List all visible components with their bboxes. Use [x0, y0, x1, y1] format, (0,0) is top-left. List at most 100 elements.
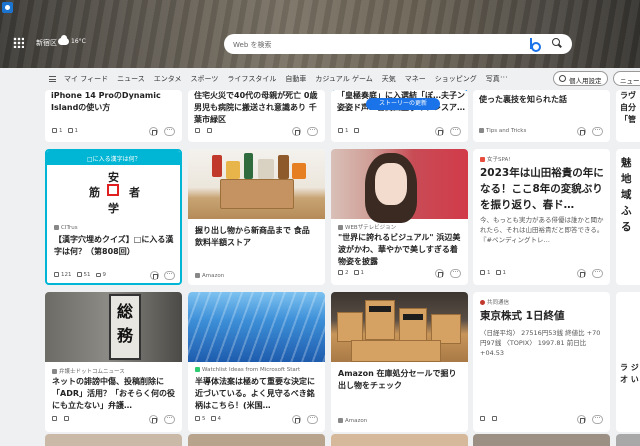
dislike-button[interactable]: 1 [67, 128, 78, 134]
news-card[interactable]: 共同通信 東京株式 1日終値 〈日経平均〉 27516円53銭 終値比 +70円… [473, 292, 610, 432]
story-update-button[interactable]: ストーリーの更新 [366, 98, 440, 110]
news-card[interactable]: Amazon 在庫処分セールで掘り出し物をチェック Amazon [331, 292, 468, 432]
more-options-icon[interactable]: ··· [164, 271, 175, 280]
dislike-button[interactable]: 51 [76, 272, 91, 278]
tab-entertainment[interactable]: エンタメ [154, 74, 182, 84]
location-label[interactable]: 新宿区 [36, 38, 57, 48]
bookmark-icon[interactable] [577, 269, 586, 278]
search-icon[interactable] [552, 38, 562, 48]
tab-casual-games[interactable]: カジュアル ゲーム [315, 74, 372, 84]
building-image[interactable] [188, 292, 325, 362]
like-button[interactable]: 2 [338, 270, 349, 276]
news-card[interactable]: 使った裏技を知られた話 Tips and Tricks ··· [473, 90, 610, 142]
portrait-image[interactable] [331, 149, 468, 223]
puzzle-image[interactable]: □に入る漢字は何？ 安 筋 者 学 [47, 151, 180, 221]
news-card[interactable]: 握り出し物から新商品まで 食品 飲料半額ストア Amazon [188, 149, 325, 285]
temperature[interactable]: 16°C [71, 38, 86, 45]
more-options-icon[interactable]: ··· [164, 415, 175, 424]
tab-news[interactable]: ニュース [117, 74, 145, 84]
tab-weather[interactable]: 天気 [382, 74, 396, 84]
more-options-icon[interactable]: ··· [450, 127, 461, 136]
news-card[interactable]: 総 務 弁護士ドットコムニュース ネットの誹謗中傷、投稿削除に「ADR」活用？「… [45, 292, 182, 432]
card-preview[interactable] [616, 434, 640, 446]
more-options-icon[interactable]: ··· [164, 127, 175, 136]
tab-shopping[interactable]: ショッピング [435, 74, 477, 84]
card-title[interactable]: "世界に誇れるビジュアル" 浜辺美波がかわ、華やかで美しすぎる着物姿を披露 [338, 232, 464, 268]
card-title[interactable]: ネットの誹謗中傷、投稿削除に「ADR」活用？「おそらく何の役にも立たない」弁護… [52, 376, 178, 412]
card-preview[interactable] [331, 434, 468, 446]
news-card[interactable]: 住宅火災で40代の母親が死亡 0歳男児も病院に搬送され意識あり 千葉市緑区 ··… [188, 90, 325, 142]
bookmark-icon[interactable] [577, 415, 586, 424]
card-title[interactable]: ラ ジオ い [620, 362, 640, 386]
bookmark-icon[interactable] [435, 127, 444, 136]
boxes-image[interactable] [331, 292, 468, 362]
tab-autos[interactable]: 自動車 [285, 74, 306, 84]
more-options-icon[interactable]: ··· [592, 269, 603, 278]
card-preview[interactable] [188, 434, 325, 446]
more-options-icon[interactable]: ··· [592, 415, 603, 424]
tab-money[interactable]: マネー [405, 74, 426, 84]
more-options-icon[interactable]: ··· [592, 127, 603, 136]
sign-image[interactable]: 総 務 [45, 292, 182, 362]
news-button[interactable]: ニュース [613, 71, 640, 86]
dislike-button[interactable]: 1 [353, 270, 364, 276]
dislike-button[interactable]: 4 [210, 416, 221, 422]
like-button[interactable]: 1 [52, 128, 63, 134]
grocery-image[interactable] [188, 149, 325, 219]
tab-lifestyle[interactable]: ライフスタイル [227, 74, 276, 84]
card-title[interactable]: 住宅火災で40代の母親が死亡 0歳男児も病院に搬送され意識あり 千葉市緑区 [194, 90, 322, 126]
card-title[interactable]: 半導体法案は極めて重要な決定に近づいている。よく見守るべき銘柄はこちら！(米国… [195, 376, 321, 412]
like-button[interactable] [52, 416, 59, 422]
bookmark-icon[interactable] [292, 127, 301, 136]
more-options-icon[interactable]: ··· [307, 127, 318, 136]
like-button[interactable] [195, 128, 202, 134]
personal-settings-button[interactable]: 個人用設定 [553, 71, 608, 86]
news-card[interactable]: iPhone 14 ProのDynamic Islandの使い方 1 1 ··· [45, 90, 182, 142]
bookmark-icon[interactable] [149, 127, 158, 136]
news-card[interactable]: ラ ジオ い [616, 292, 640, 432]
like-button[interactable]: 1 [338, 128, 349, 134]
card-preview[interactable] [45, 434, 182, 446]
nav-more-button[interactable]: ··· [500, 73, 508, 82]
bookmark-icon[interactable] [577, 127, 586, 136]
bookmark-icon[interactable] [149, 415, 158, 424]
bookmark-icon[interactable] [292, 415, 301, 424]
tab-sports[interactable]: スポーツ [191, 74, 219, 84]
news-card[interactable]: □に入る漢字は何？ 安 筋 者 学 CITrus 【漢字穴埋めクイズ】□に入る漢… [45, 149, 182, 285]
menu-icon[interactable] [49, 76, 56, 82]
card-title[interactable]: iPhone 14 ProのDynamic Islandの使い方 [51, 90, 179, 114]
card-preview[interactable] [473, 434, 610, 446]
news-card[interactable]: ラヴ 自分 「管 [616, 90, 640, 142]
more-options-icon[interactable]: ··· [450, 269, 461, 278]
card-title[interactable]: ラヴ 自分 「管 [620, 90, 640, 126]
tab-my-feed[interactable]: マイ フィード [64, 74, 108, 84]
dislike-button[interactable] [492, 416, 499, 422]
bookmark-icon[interactable] [435, 269, 444, 278]
like-button[interactable] [480, 416, 487, 422]
news-card[interactable]: 魅 地域 ふる [616, 149, 640, 285]
card-title[interactable]: 使った裏技を知られた話 [479, 94, 607, 106]
like-button[interactable]: 121 [54, 272, 72, 278]
apps-grid-icon[interactable] [13, 37, 24, 48]
card-title[interactable]: 握り出し物から新商品まで 食品 飲料半額ストア [195, 225, 319, 249]
like-button[interactable]: 1 [480, 270, 491, 276]
bookmark-icon[interactable] [150, 271, 159, 280]
dislike-button[interactable] [64, 416, 71, 422]
card-title[interactable]: 2023年は山田裕貴の年になる！ここ8年の変貌ぶりを振り返り、春ド… [480, 165, 606, 213]
tab-photos[interactable]: 写真 [486, 74, 500, 84]
card-title[interactable]: 魅 地域 ふる [621, 155, 640, 235]
more-options-icon[interactable]: ··· [307, 415, 318, 424]
dislike-button[interactable] [207, 128, 214, 134]
comment-button[interactable]: 9 [95, 272, 106, 278]
news-card[interactable]: WEBザテレビジョン "世界に誇れるビジュアル" 浜辺美波がかわ、華やかで美しす… [331, 149, 468, 285]
dislike-button[interactable]: 1 [495, 270, 506, 276]
search-input[interactable]: Web を検索 [224, 34, 572, 54]
card-title[interactable]: 【漢字穴埋めクイズ】□に入る漢字は何？（第808回） [54, 234, 178, 258]
news-card[interactable]: 女子SPA! 2023年は山田裕貴の年になる！ここ8年の変貌ぶりを振り返り、春ド… [473, 149, 610, 285]
bing-icon[interactable] [529, 38, 541, 52]
like-button[interactable]: 5 [195, 416, 206, 422]
news-card[interactable]: Watchlist Ideas from Microsoft Start 半導体… [188, 292, 325, 432]
card-title[interactable]: 東京株式 1日終値 [480, 308, 606, 324]
dislike-button[interactable] [353, 128, 361, 134]
card-title[interactable]: Amazon 在庫処分セールで掘り出し物をチェック [338, 368, 464, 392]
